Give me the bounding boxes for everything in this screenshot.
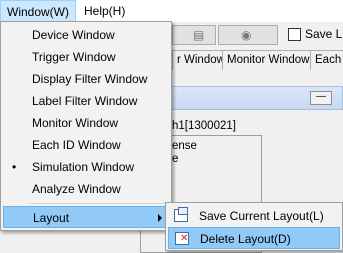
- menu-item-label: Analyze Window: [32, 182, 121, 196]
- menu-item-label: Save Current Layout(L): [199, 209, 324, 223]
- minimize-button[interactable]: —: [310, 91, 332, 105]
- toolbar-camera-button[interactable]: ◉: [218, 25, 278, 45]
- menu-item-analyze-window[interactable]: Analyze Window: [3, 178, 169, 200]
- menu-item-display-filter-window[interactable]: Display Filter Window: [3, 68, 169, 90]
- menu-item-layout[interactable]: Layout: [3, 206, 169, 228]
- menu-item-simulation-window[interactable]: • Simulation Window: [3, 156, 169, 178]
- menu-item-label: Delete Layout(D): [200, 232, 291, 246]
- menu-item-label: Simulation Window: [32, 160, 135, 174]
- window-menu: Device Window Trigger Window Display Fil…: [0, 21, 172, 231]
- menu-item-save-current-layout[interactable]: Save Current Layout(L): [168, 205, 340, 227]
- toolbar-button[interactable]: ▤: [172, 25, 216, 45]
- menu-item-label: Layout: [33, 211, 70, 225]
- tab-each-id-window[interactable]: Each I: [310, 50, 343, 70]
- menu-item-monitor-window[interactable]: Monitor Window: [3, 112, 169, 134]
- menu-item-each-id-window[interactable]: Each ID Window: [3, 134, 169, 156]
- checkbox-label: Save Lo: [305, 27, 343, 41]
- checked-bullet-icon: •: [12, 160, 17, 174]
- delete-layout-icon: [175, 232, 189, 245]
- menu-help[interactable]: Help(H): [78, 0, 131, 22]
- camera-icon: ◉: [241, 28, 252, 42]
- menu-window[interactable]: Window(W): [0, 0, 76, 22]
- channel-label: h1[1300021]: [172, 120, 236, 132]
- menu-item-trigger-window[interactable]: Trigger Window: [3, 46, 169, 68]
- menu-item-label: Device Window: [32, 28, 115, 42]
- layout-submenu: Save Current Layout(L) Delete Layout(D): [165, 202, 343, 251]
- panel-line-2: e: [172, 153, 179, 165]
- menu-item-label: Trigger Window: [32, 50, 116, 64]
- menu-item-delete-layout[interactable]: Delete Layout(D): [168, 227, 340, 249]
- checkbox-box[interactable]: [288, 28, 301, 42]
- submenu-arrow-icon: [158, 214, 162, 222]
- menubar: Window(W) Help(H): [0, 0, 343, 23]
- menu-item-label: Each ID Window: [32, 138, 121, 152]
- menu-item-label-filter-window[interactable]: Label Filter Window: [3, 90, 169, 112]
- save-layout-checkbox[interactable]: Save Lo: [288, 27, 343, 42]
- menu-item-device-window[interactable]: Device Window: [3, 24, 169, 46]
- panel-line-1: ense: [172, 140, 197, 152]
- menu-separator: [29, 203, 167, 204]
- menu-item-label: Display Filter Window: [32, 72, 148, 86]
- document-icon: ▤: [193, 28, 205, 42]
- save-layout-icon: [174, 207, 188, 222]
- menu-item-label: Label Filter Window: [32, 94, 138, 108]
- tab-monitor-window[interactable]: Monitor Window: [222, 50, 315, 70]
- menu-item-label: Monitor Window: [32, 116, 119, 130]
